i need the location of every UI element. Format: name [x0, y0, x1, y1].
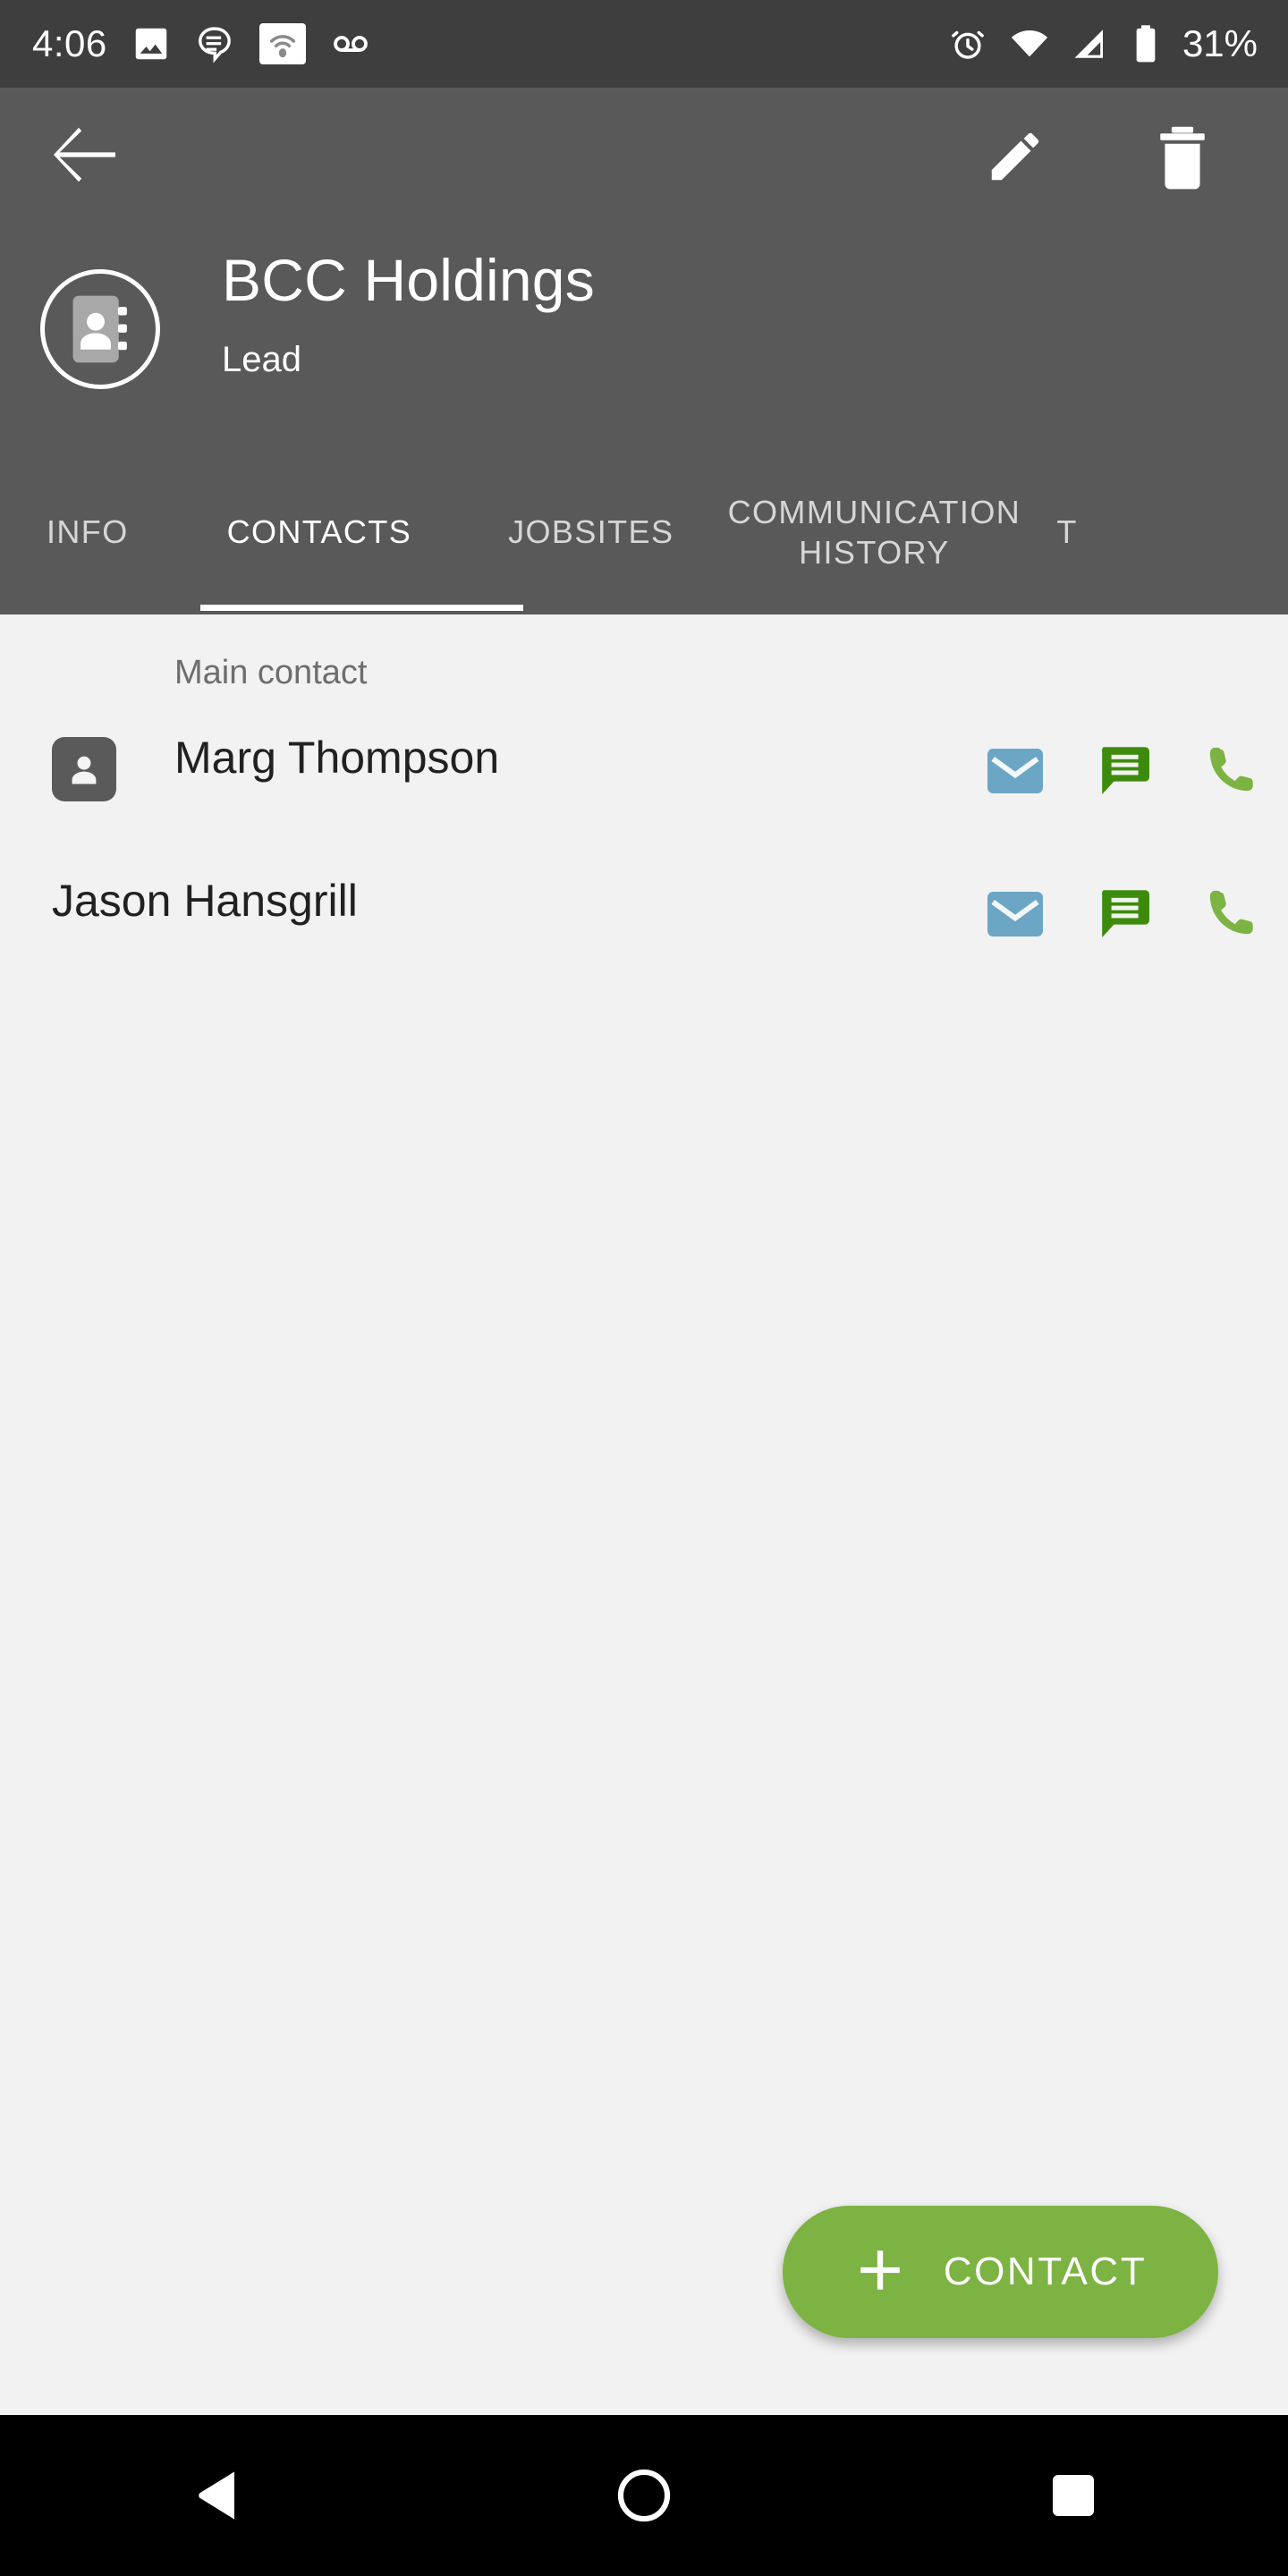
tab-info[interactable]: INFO [0, 449, 179, 614]
sms-icon[interactable] [1070, 860, 1179, 968]
tab-jobsites[interactable]: JOBSITES [460, 449, 722, 614]
cellular-signal-icon [1072, 25, 1109, 63]
email-icon[interactable] [961, 860, 1070, 968]
email-icon[interactable] [961, 717, 1070, 825]
recents-square-icon[interactable] [984, 2415, 1163, 2576]
page-title: BCC Holdings [222, 247, 595, 313]
tab-tasks[interactable]: T [1026, 449, 1077, 614]
app-bar: BCC Holdings Lead INFO CONTACTS JOBSITES… [0, 88, 1288, 623]
edit-button[interactable] [984, 125, 1046, 188]
contact-name: Marg Thompson [174, 733, 500, 783]
status-bar: 4:06 31% [0, 0, 1288, 88]
phone-screen: 4:06 31% BCC Holdings Lead INFO CONTACTS… [0, 0, 1288, 2576]
status-bar-clock: 4:06 [32, 22, 107, 64]
system-nav-bar [0, 2415, 1288, 2576]
avatar [40, 269, 160, 389]
app-bar-actions [0, 88, 1288, 222]
battery-percent-label: 31% [1182, 22, 1258, 64]
delete-button[interactable] [1154, 125, 1211, 190]
active-tab-indicator [200, 605, 523, 611]
tab-bar: INFO CONTACTS JOBSITES COMMUNICATION HIS… [0, 449, 1288, 614]
contact-actions [961, 860, 1288, 968]
contacts-list: Main contact Marg Thompson Jason Hansgri… [0, 614, 1288, 2415]
app-bar-identity: BCC Holdings Lead [0, 247, 1288, 419]
tab-contacts[interactable]: CONTACTS [179, 449, 461, 614]
wifi-icon [1009, 23, 1050, 64]
contact-name: Jason Hansgrill [52, 876, 358, 926]
page-subtitle: Lead [222, 340, 301, 379]
voicemail-icon [329, 22, 372, 65]
back-button[interactable] [54, 127, 118, 182]
tab-communication-history[interactable]: COMMUNICATION HISTORY [722, 449, 1026, 614]
add-contact-label: CONTACT [943, 2250, 1148, 2293]
call-icon[interactable] [1179, 717, 1288, 825]
contact-avatar-icon [52, 737, 116, 801]
message-icon [195, 23, 236, 64]
sms-icon[interactable] [1070, 717, 1179, 825]
contact-row[interactable]: Jason Hansgrill [0, 860, 1288, 968]
hotspot-icon [258, 23, 306, 64]
alarm-icon [948, 24, 987, 64]
main-contact-label: Main contact [174, 654, 368, 691]
call-icon[interactable] [1179, 860, 1288, 968]
contact-row[interactable]: Marg Thompson [0, 717, 1288, 825]
status-bar-right: 31% [948, 22, 1288, 65]
screenshot-icon [131, 23, 172, 64]
home-circle-icon[interactable] [555, 2415, 733, 2576]
back-triangle-icon[interactable] [125, 2415, 304, 2576]
add-contact-button[interactable]: CONTACT [783, 2206, 1218, 2338]
contact-actions [961, 717, 1288, 825]
plus-icon [854, 2244, 906, 2301]
status-bar-left: 4:06 [0, 22, 372, 65]
battery-icon [1131, 23, 1161, 64]
